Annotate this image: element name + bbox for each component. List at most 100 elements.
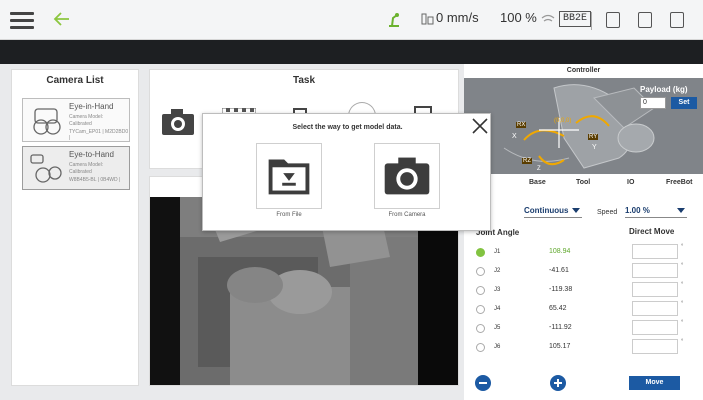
direct-move-input[interactable] — [632, 263, 678, 278]
speed-value: 1.00 % — [625, 206, 650, 215]
camera-serial: W8B4B5-BL | 0B4WD | — [69, 177, 121, 183]
jog-minus-button[interactable] — [475, 375, 491, 391]
robot-preview: RX X (0,0,0) RY Y RZ Z Payload (kg) 0 Se… — [464, 78, 703, 174]
info-icon[interactable] — [638, 12, 652, 28]
degree-symbol: ° — [681, 282, 684, 288]
signal-icon — [541, 14, 555, 22]
tab-tool[interactable]: Tool — [576, 179, 590, 186]
joint-radio[interactable] — [476, 305, 485, 314]
chevron-down-icon — [572, 208, 580, 213]
set-payload-button[interactable]: Set — [671, 97, 697, 109]
joint-radio[interactable] — [476, 286, 485, 295]
speed-percent: 100 % — [500, 10, 537, 25]
joint-name: J2 — [494, 268, 501, 274]
camera-card-eye-to-hand[interactable]: Eye-to-Hand Camera Model: Calibrated W8B… — [22, 146, 130, 190]
joint-value: -111.92 — [549, 324, 572, 331]
joint-radio[interactable] — [476, 343, 485, 352]
direct-move-label: Direct Move — [629, 227, 675, 236]
divider — [591, 12, 592, 30]
keyboard-icon[interactable] — [606, 12, 620, 28]
back-arrow-icon[interactable] — [52, 9, 72, 29]
degree-symbol: ° — [681, 263, 684, 269]
degree-symbol: ° — [681, 339, 684, 345]
joint-radio[interactable] — [476, 248, 485, 257]
camera-task-icon[interactable] — [161, 108, 195, 136]
camera-card-eye-in-hand[interactable]: Eye-in-Hand Camera Model: Calibrated TYC… — [22, 98, 130, 142]
speed-icon — [421, 13, 434, 25]
joint-value: -119.38 — [549, 286, 573, 293]
joint-row-j2: J2 -41.61 ° — [464, 263, 703, 281]
axis-label-origin: (0,0,0) — [554, 118, 572, 124]
direct-move-input[interactable] — [632, 339, 678, 354]
from-file-option[interactable] — [256, 143, 322, 209]
robot-status-icon — [389, 13, 399, 27]
task-title: Task — [292, 75, 316, 86]
joint-row-j1: J1 108.94 ° — [464, 244, 703, 262]
camera-model: Camera Model: — [69, 162, 104, 168]
move-button[interactable]: Move — [629, 376, 680, 390]
controller-title: Controller — [464, 64, 703, 78]
speed-readout: 0 mm/s — [436, 10, 479, 25]
top-bar: 0 mm/s 100 % BB2E — [0, 0, 703, 40]
joint-row-j3: J3 -119.38 ° — [464, 282, 703, 300]
joint-value: 65.42 — [549, 305, 567, 312]
joint-row-j6: J6 105.17 ° — [464, 339, 703, 357]
payload-input[interactable]: 0 — [640, 97, 666, 109]
tab-freebot[interactable]: FreeBot — [666, 179, 692, 186]
joint-name: J3 — [494, 287, 501, 293]
joint-value: 105.17 — [549, 343, 571, 350]
joint-value: 108.94 — [549, 248, 571, 255]
camera-serial: TYCam_EP01 | M2D2BD0 | — [69, 129, 129, 141]
joint-radio[interactable] — [476, 267, 485, 276]
camera-status: Calibrated — [69, 169, 92, 175]
close-icon[interactable] — [471, 117, 489, 135]
notes-icon[interactable] — [670, 12, 684, 28]
menu-icon[interactable] — [10, 12, 34, 30]
from-file-label: From File — [276, 212, 302, 218]
joint-name: J5 — [494, 325, 501, 331]
tab-base[interactable]: Base — [529, 179, 546, 186]
degree-symbol: ° — [681, 301, 684, 307]
joint-value: -41.61 — [549, 267, 569, 274]
camera-list-panel: Camera List Eye-in-Hand Camera Model: Ca… — [11, 69, 139, 386]
direct-move-input[interactable] — [632, 301, 678, 316]
direct-move-input[interactable] — [632, 282, 678, 297]
joint-radio[interactable] — [476, 324, 485, 333]
jog-mode-tabs: et Base Tool IO FreeBot — [464, 174, 703, 192]
direct-move-input[interactable] — [632, 244, 678, 259]
plus-icon — [554, 379, 562, 387]
from-camera-label: From Camera — [388, 212, 426, 218]
axis-label-rx: RX — [516, 122, 527, 128]
tab-io[interactable]: IO — [627, 179, 634, 186]
camera-list-title: Camera List — [46, 75, 104, 86]
speed-label: Speed — [597, 209, 618, 216]
camera-status: Calibrated — [69, 121, 92, 127]
axis-label-ry: RY — [588, 134, 599, 140]
axis-label-rz: RZ — [522, 158, 532, 164]
camera-icon — [33, 108, 61, 135]
controller-id-badge: BB2E — [559, 11, 592, 27]
from-camera-option[interactable] — [374, 143, 440, 209]
chevron-down-icon — [677, 208, 685, 213]
camera-title: Eye-to-Hand — [69, 150, 114, 159]
joint-row-j4: J4 65.42 ° — [464, 301, 703, 319]
distance-select[interactable]: Continuous — [524, 206, 582, 218]
distance-value: Continuous — [524, 206, 569, 215]
axis-label-y: Y — [592, 144, 597, 151]
joint-name: J6 — [494, 344, 501, 350]
jog-plus-button[interactable] — [550, 375, 566, 391]
joint-name: J4 — [494, 306, 501, 312]
degree-symbol: ° — [681, 244, 684, 250]
dialog-title: Select the way to get model data. — [292, 124, 403, 131]
axis-label-z: Z — [537, 166, 541, 172]
speed-select[interactable]: 1.00 % — [625, 206, 687, 218]
minus-icon — [479, 382, 487, 384]
camera-icon — [384, 157, 430, 195]
controller-panel: Controller RX X (0,0,0) RY Y RZ Z Payloa… — [464, 64, 703, 400]
model-data-dialog: Select the way to get model data. From F… — [202, 113, 491, 231]
camera-icon — [30, 154, 62, 183]
title-bar — [0, 40, 703, 64]
camera-title: Eye-in-Hand — [69, 102, 114, 111]
direct-move-input[interactable] — [632, 320, 678, 335]
joint-row-j5: J5 -111.92 ° — [464, 320, 703, 338]
